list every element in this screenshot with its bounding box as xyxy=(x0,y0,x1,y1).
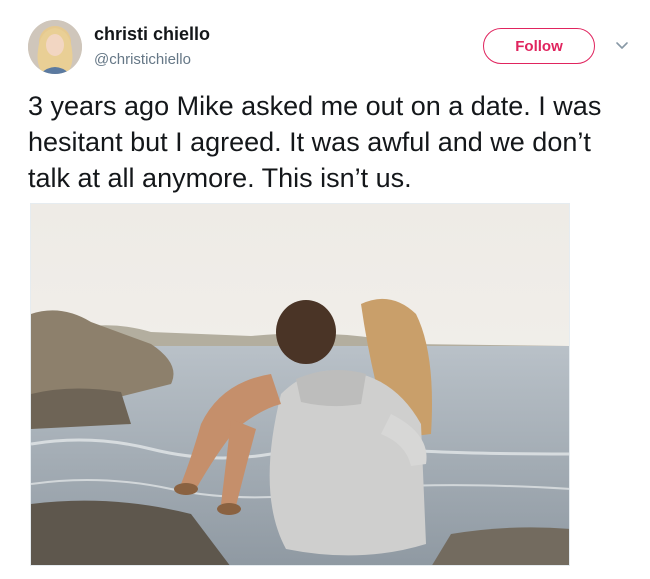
tweet-card: christi chiello @christichiello Follow 3… xyxy=(0,0,650,579)
chevron-down-icon[interactable] xyxy=(614,38,630,54)
follow-button[interactable]: Follow xyxy=(483,28,595,64)
author-display-name[interactable]: christi chiello xyxy=(94,24,210,45)
author-avatar[interactable] xyxy=(28,20,82,74)
beach-couple-photo-icon xyxy=(31,204,569,565)
profile-avatar-icon xyxy=(28,20,82,74)
tweet-text: 3 years ago Mike asked me out on a date.… xyxy=(28,91,602,193)
author-handle[interactable]: @christichiello xyxy=(94,51,191,68)
tweet-photo[interactable] xyxy=(30,203,570,566)
